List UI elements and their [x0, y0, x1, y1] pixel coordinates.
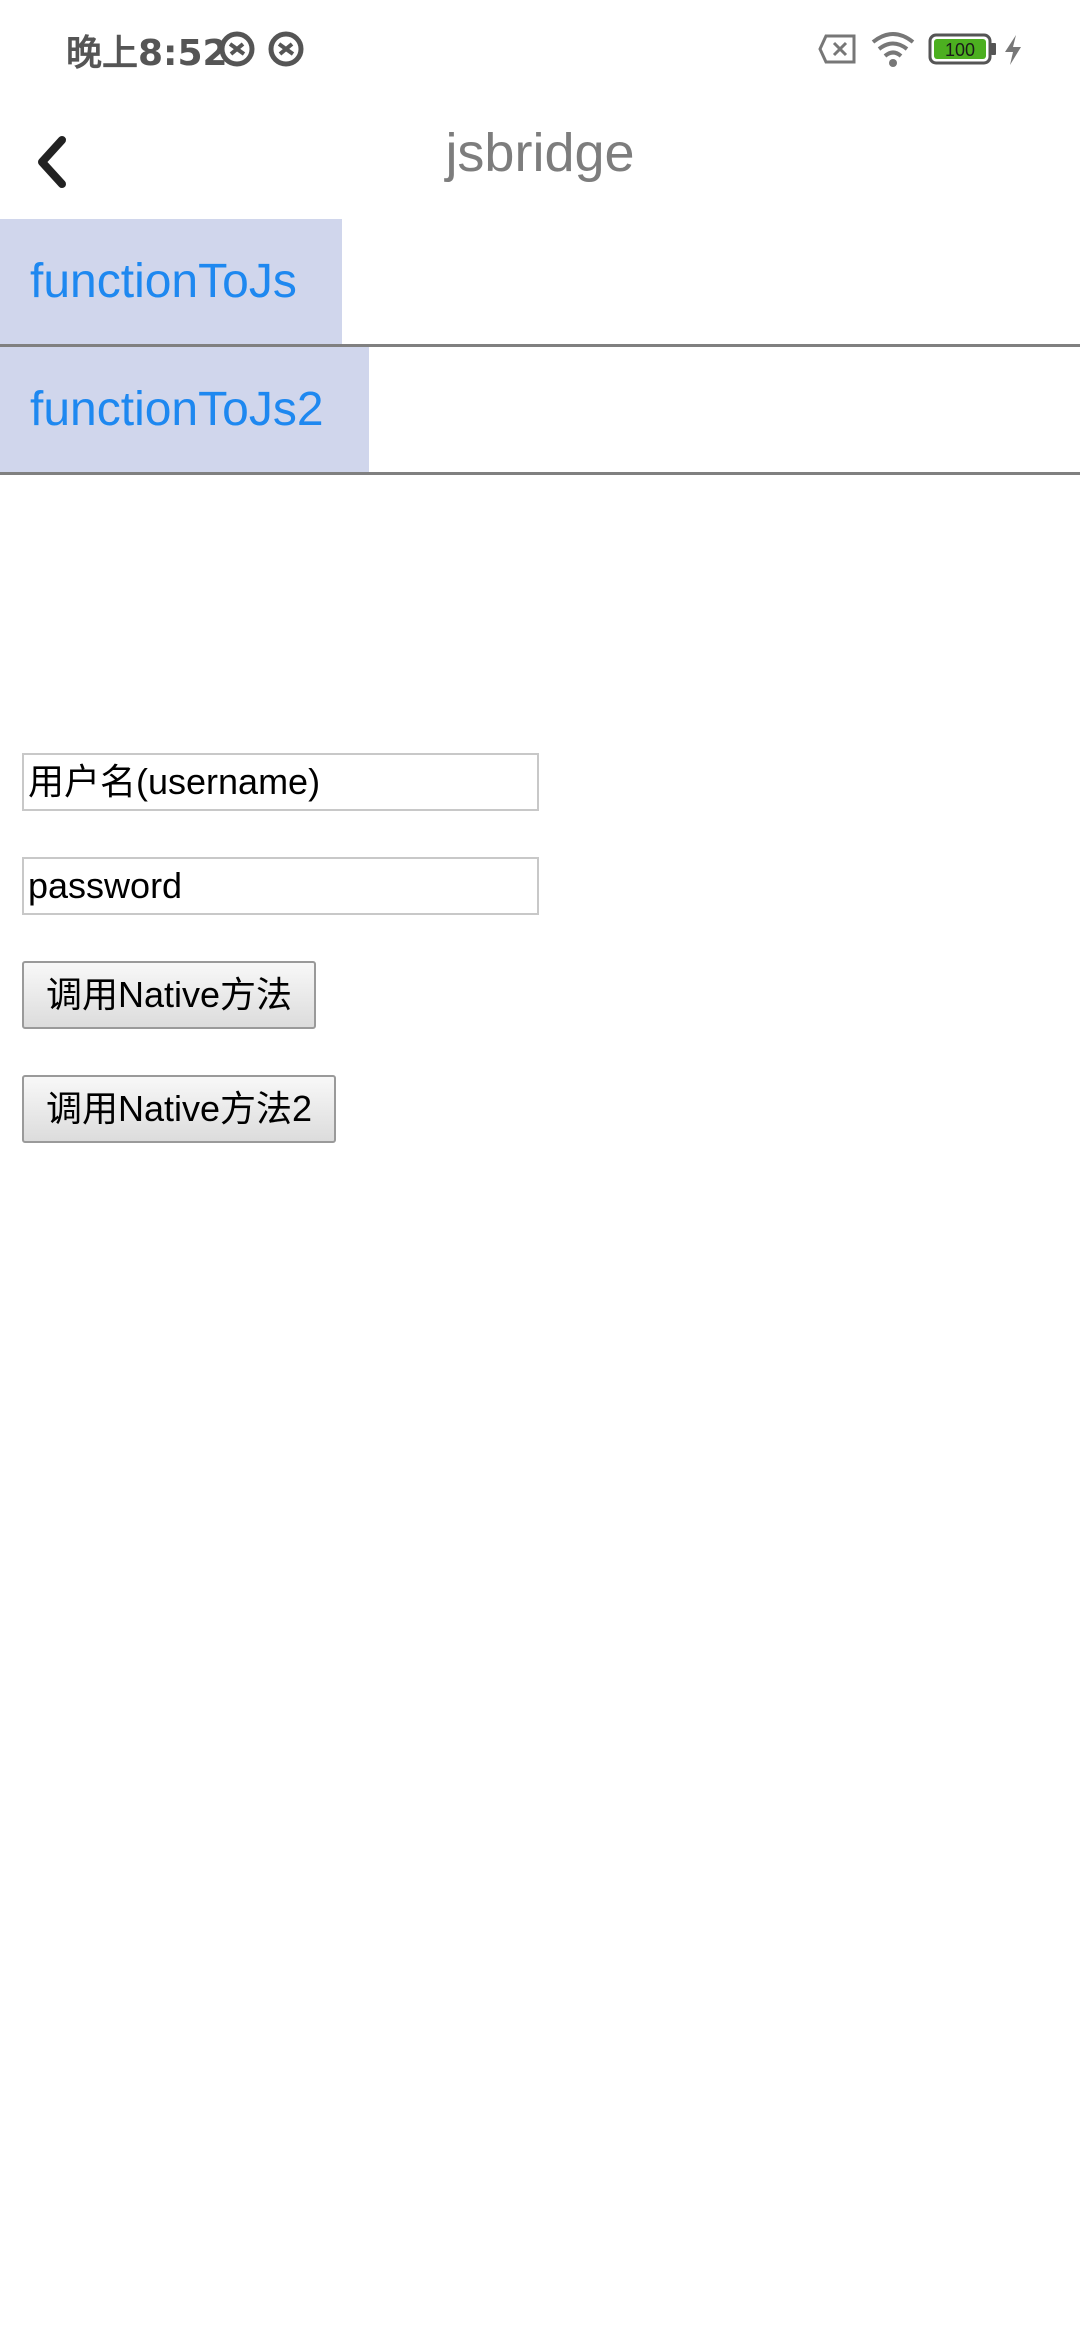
battery-icon: 100 [928, 32, 998, 70]
function-to-js2-button[interactable]: functionToJs2 [0, 347, 369, 473]
wifi-icon [870, 30, 916, 72]
password-input[interactable] [22, 857, 539, 915]
function-to-js-button[interactable]: functionToJs [0, 219, 342, 345]
status-bar: 晚上8:52 100 [0, 0, 1080, 100]
username-input[interactable] [22, 753, 539, 811]
divider [0, 472, 1080, 475]
call-native2-button[interactable]: 调用Native方法2 [22, 1075, 337, 1143]
call-native-button[interactable]: 调用Native方法 [22, 961, 317, 1029]
page-title: jsbridge [445, 123, 635, 183]
charging-icon [1002, 34, 1024, 70]
battery-level: 100 [945, 40, 975, 60]
notification-icon-2 [267, 30, 305, 72]
app-bar: jsbridge [0, 100, 1080, 220]
sim-no-service-icon [818, 34, 858, 68]
status-time: 晚上8:52 [66, 33, 228, 74]
notification-icon [218, 30, 256, 72]
